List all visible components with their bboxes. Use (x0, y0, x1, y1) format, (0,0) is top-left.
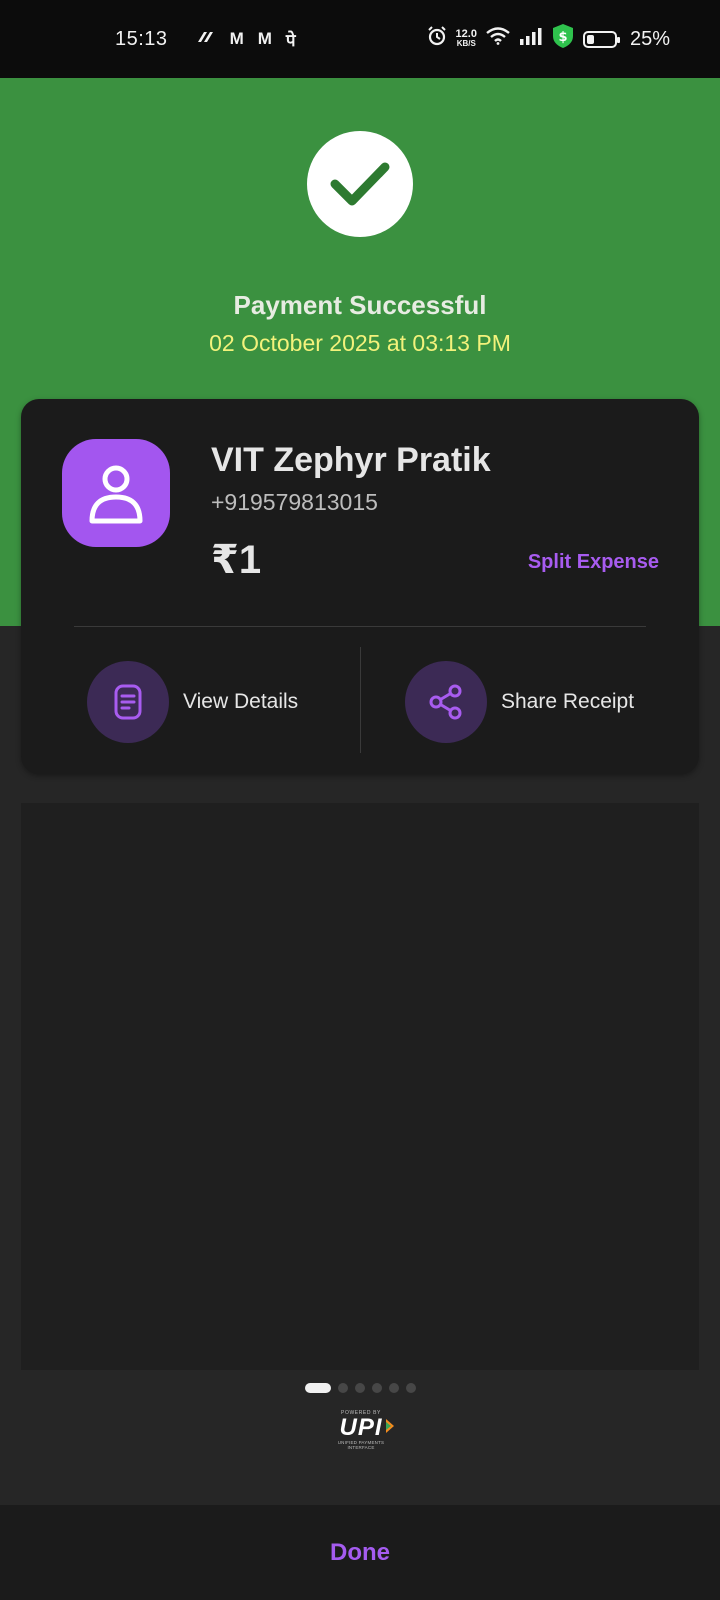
divider (74, 626, 646, 627)
payment-datetime: 02 October 2025 at 03:13 PM (209, 330, 511, 356)
view-details-label: View Details (183, 690, 299, 713)
security-shield-icon: $ (552, 23, 574, 55)
svg-text:$: $ (558, 30, 567, 45)
wifi-icon (486, 27, 510, 51)
battery-icon (582, 30, 620, 48)
net-speed: 12.0 KB/S (455, 28, 477, 49)
divider (360, 647, 361, 753)
alarm-icon (427, 26, 447, 52)
carousel-dot[interactable] (305, 1383, 331, 1393)
paytm-icon (196, 28, 216, 51)
battery-percent: 25% (629, 27, 670, 50)
done-button[interactable]: Done (330, 1539, 390, 1567)
banner-area (21, 803, 699, 1370)
status-bar: 15:13 M M पे 12.0 KB/S $ 25% (0, 0, 720, 78)
carousel-dot[interactable] (355, 1383, 365, 1393)
signal-icon (519, 27, 543, 51)
person-icon (89, 465, 143, 524)
carousel-dot[interactable] (389, 1383, 399, 1393)
bottom-action-bar: Done (0, 1505, 720, 1600)
payee-card: VIT Zephyr Pratik +919579813015 ₹1 Split… (21, 399, 699, 774)
share-receipt-label: Share Receipt (501, 690, 635, 713)
net-speed-unit: KB/S (456, 39, 476, 48)
payee-name: VIT Zephyr Pratik (211, 441, 491, 479)
net-speed-value: 12.0 (455, 28, 477, 40)
view-details-button[interactable]: View Details (87, 661, 298, 743)
avatar (62, 439, 170, 547)
carousel-dot[interactable] (372, 1383, 382, 1393)
payment-amount: ₹1 (211, 538, 262, 582)
payment-status-title: Payment Successful (233, 290, 487, 320)
upi-arrow-icon (386, 1419, 394, 1433)
split-expense-button[interactable]: Split Expense (528, 551, 659, 574)
gmail-icon: M (229, 29, 244, 48)
success-check-icon (307, 131, 413, 237)
phonepe-icon: पे (285, 30, 296, 50)
carousel-dot[interactable] (406, 1383, 416, 1393)
carousel-dot[interactable] (338, 1383, 348, 1393)
status-time: 15:13 (115, 27, 168, 50)
share-icon (405, 661, 487, 743)
share-receipt-button[interactable]: Share Receipt (405, 661, 634, 743)
gmail-icon: M (257, 29, 272, 48)
upi-logo: POWERED BY UPI UNIFIED PAYMENTS INTERFAC… (325, 1410, 397, 1450)
document-icon (87, 661, 169, 743)
payee-phone: +919579813015 (211, 489, 378, 515)
upi-subtitle: UNIFIED PAYMENTS INTERFACE (337, 1440, 385, 1450)
carousel-indicator (305, 1383, 416, 1393)
